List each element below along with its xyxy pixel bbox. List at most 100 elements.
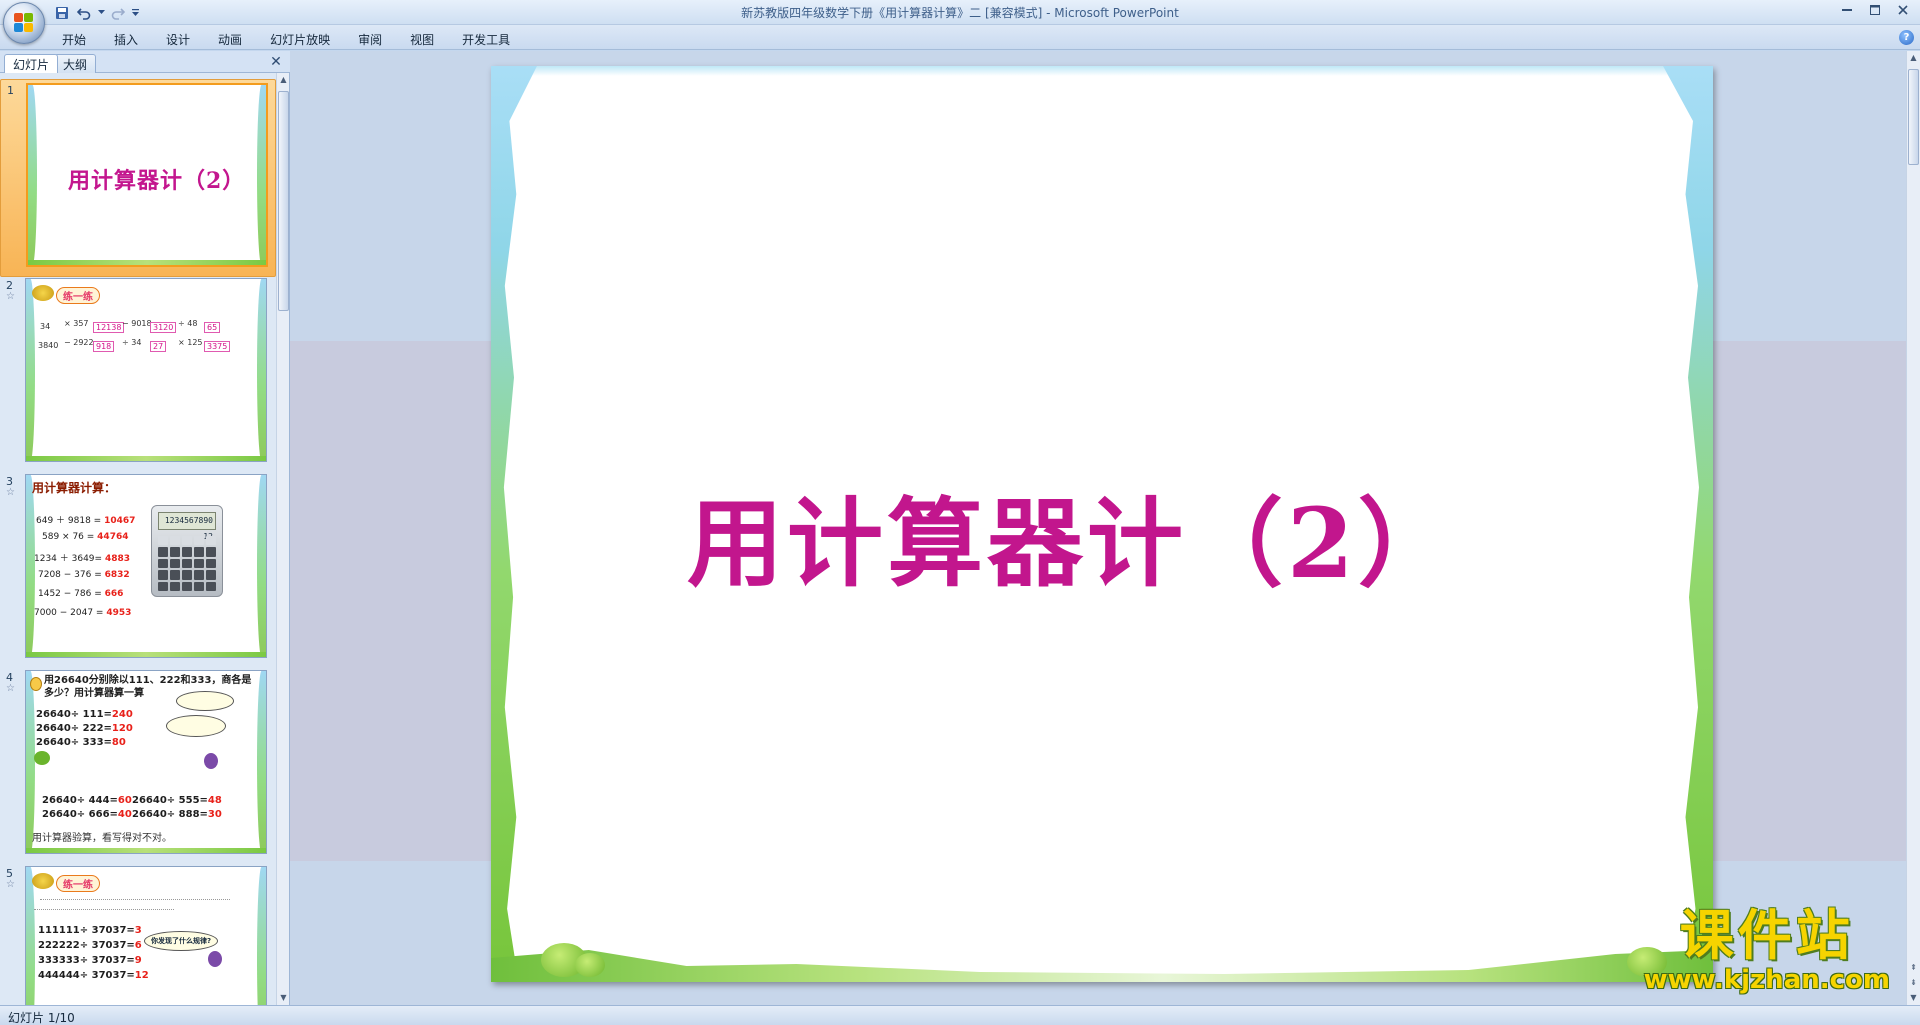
expr-op: × 125 (178, 338, 203, 347)
division-line: 26640÷ 222=120 (36, 723, 133, 734)
tab-review[interactable]: 审阅 (344, 29, 396, 50)
slide-title[interactable]: 用计算器计（2） (687, 466, 1458, 605)
scrollbar-thumb[interactable] (278, 91, 289, 311)
watermark-url: www.kjzhan.com (1643, 965, 1890, 995)
division-line: 444444÷ 37037=12 (38, 970, 149, 981)
grass-decoration (26, 848, 266, 853)
tree-decoration (575, 953, 605, 977)
thumbnail-title: 用计算器计算： (32, 481, 117, 495)
division-line: 26640÷ 666=40 (42, 809, 132, 820)
tab-insert[interactable]: 插入 (100, 29, 152, 50)
watermark-title: 课件站 (1679, 904, 1854, 967)
calculator-display: 1234567890 12 (158, 512, 216, 541)
division-line: 26640÷ 444=60 (42, 795, 132, 806)
instruction-line (40, 899, 230, 901)
expr-op: ÷ 48 (178, 319, 198, 328)
ribbon-tab-list: 开始 插入 设计 动画 幻灯片放映 审阅 视图 开发工具 (48, 29, 524, 50)
frame-decoration (257, 85, 266, 265)
maximize-icon[interactable] (1862, 1, 1888, 18)
office-logo-icon (14, 13, 34, 33)
tab-view[interactable]: 视图 (396, 29, 448, 50)
close-pane-icon[interactable]: ✕ (268, 54, 284, 70)
division-line: 26640÷ 555=48 (132, 795, 222, 806)
slide-thumbnail-row-4[interactable]: 4 ☆ 用26640分别除以111、222和333，商各是多少？用计算器算一算 … (0, 667, 276, 865)
current-slide[interactable]: 用计算器计（2） (491, 66, 1713, 982)
animation-star-icon: ☆ (6, 487, 15, 498)
expr-box: 3120 (150, 322, 177, 333)
tab-design[interactable]: 设计 (152, 29, 204, 50)
frame-decoration (257, 671, 266, 853)
slides-pane-scrollbar[interactable]: ▲ ▼ (276, 73, 289, 1005)
frame-decoration (26, 867, 35, 1005)
window-title: 新苏教版四年级数学下册《用计算器计算》二 [兼容模式] - Microsoft … (741, 6, 1179, 20)
practice-badge: 练一练 (56, 287, 100, 304)
previous-slide-icon[interactable]: ⇞ (1907, 961, 1920, 975)
scroll-down-icon[interactable]: ▼ (1907, 991, 1920, 1005)
character-icon (208, 951, 222, 967)
grass-decoration (491, 950, 1713, 982)
minimize-icon[interactable] (1834, 1, 1860, 18)
scroll-down-icon[interactable]: ▼ (277, 991, 289, 1005)
calc-line: 589 × 76 = 44764 (42, 532, 129, 542)
speech-bubble (176, 691, 234, 711)
leaf-frame-left (491, 66, 537, 982)
slide-thumbnail-2[interactable]: 练一练 34 × 357 12138 − 9018 3120 ÷ 48 65 3… (25, 278, 267, 462)
slide-thumbnail-row-2[interactable]: 2 ☆ 练一练 34 × 357 12138 − 9018 3120 ÷ 48 … (0, 275, 276, 473)
animation-star-icon: ☆ (6, 879, 15, 890)
frame-decoration (26, 671, 35, 853)
calc-line: 1452 − 786 = 666 (38, 589, 124, 599)
frame-decoration (257, 475, 266, 657)
expr-value: 3840 (38, 341, 59, 350)
tab-animations[interactable]: 动画 (204, 29, 256, 50)
slide-thumbnail-1[interactable]: 用计算器计（2） (26, 83, 268, 267)
division-line: 26640÷ 333=80 (36, 737, 126, 748)
grass-decoration (28, 260, 266, 265)
division-line: 26640÷ 111=240 (36, 709, 133, 720)
frame-decoration (26, 279, 35, 461)
scroll-up-icon[interactable]: ▲ (277, 73, 289, 87)
next-slide-icon[interactable]: ⇟ (1907, 976, 1920, 990)
slide-thumbnail-4[interactable]: 用26640分别除以111、222和333，商各是多少？用计算器算一算 2664… (25, 670, 267, 854)
scroll-up-icon[interactable]: ▲ (1907, 51, 1920, 65)
expr-box: 12138 (93, 322, 125, 333)
frame-decoration (28, 85, 37, 265)
expr-box: 27 (150, 341, 167, 352)
calculator-image: 1234567890 12 (151, 505, 223, 597)
office-button[interactable] (3, 2, 45, 44)
tab-home[interactable]: 开始 (48, 29, 100, 50)
leaf-frame-right (1663, 66, 1713, 982)
expr-box: 918 (93, 341, 115, 352)
expr-op: × 357 (64, 319, 89, 328)
slide-thumbnail-row-1[interactable]: 1 用计算器计（2） (0, 79, 276, 277)
tab-outline[interactable]: 大纲 (54, 54, 97, 73)
close-icon[interactable] (1890, 1, 1916, 18)
watermark: 课件站 www.kjzhan.com (1643, 904, 1890, 996)
editor-scrollbar[interactable]: ▲ ⇞ ⇟ ▼ (1906, 51, 1920, 1005)
slide-thumbnail-row-3[interactable]: 3 ☆ 用计算器计算： 649 ＋ 9818 = 10467 589 × 76 … (0, 471, 276, 669)
help-icon[interactable]: ? (1899, 30, 1914, 45)
animation-star-icon: ☆ (6, 291, 15, 302)
instruction-line (34, 909, 174, 911)
animation-star-icon: ☆ (6, 683, 15, 694)
scrollbar-thumb[interactable] (1908, 69, 1919, 165)
grass-decoration (26, 652, 266, 657)
slide-thumbnail-row-5[interactable]: 5 ☆ 练一练 111111÷ 37037=3 222222÷ 37037=6 … (0, 863, 276, 1005)
title-bar: 新苏教版四年级数学下册《用计算器计算》二 [兼容模式] - Microsoft … (0, 0, 1920, 44)
slides-pane-header: 幻灯片 大纲 ✕ (0, 51, 290, 73)
calc-line: 7000 − 2047 = 4953 (34, 608, 132, 618)
window-controls (1834, 1, 1916, 18)
expr-value: 34 (40, 322, 51, 331)
thumbnail-title: 用计算器计（2） (68, 168, 246, 194)
frame-decoration (257, 279, 266, 461)
tab-developer[interactable]: 开发工具 (448, 29, 524, 50)
character-icon (204, 753, 218, 769)
expr-box: 3375 (204, 341, 231, 352)
speech-bubble: 你发现了什么规律? (144, 931, 218, 951)
slide-thumbnail-5[interactable]: 练一练 111111÷ 37037=3 222222÷ 37037=6 3333… (25, 866, 267, 1005)
division-line: 111111÷ 37037=3 (38, 925, 142, 936)
slide-editing-area: 用计算器计（2） ▲ ⇞ ⇟ ▼ (290, 51, 1920, 1005)
frame-decoration (491, 66, 1713, 76)
slide-thumbnail-3[interactable]: 用计算器计算： 649 ＋ 9818 = 10467 589 × 76 = 44… (25, 474, 267, 658)
tab-slides[interactable]: 幻灯片 (4, 54, 59, 73)
tab-slideshow[interactable]: 幻灯片放映 (256, 29, 344, 50)
